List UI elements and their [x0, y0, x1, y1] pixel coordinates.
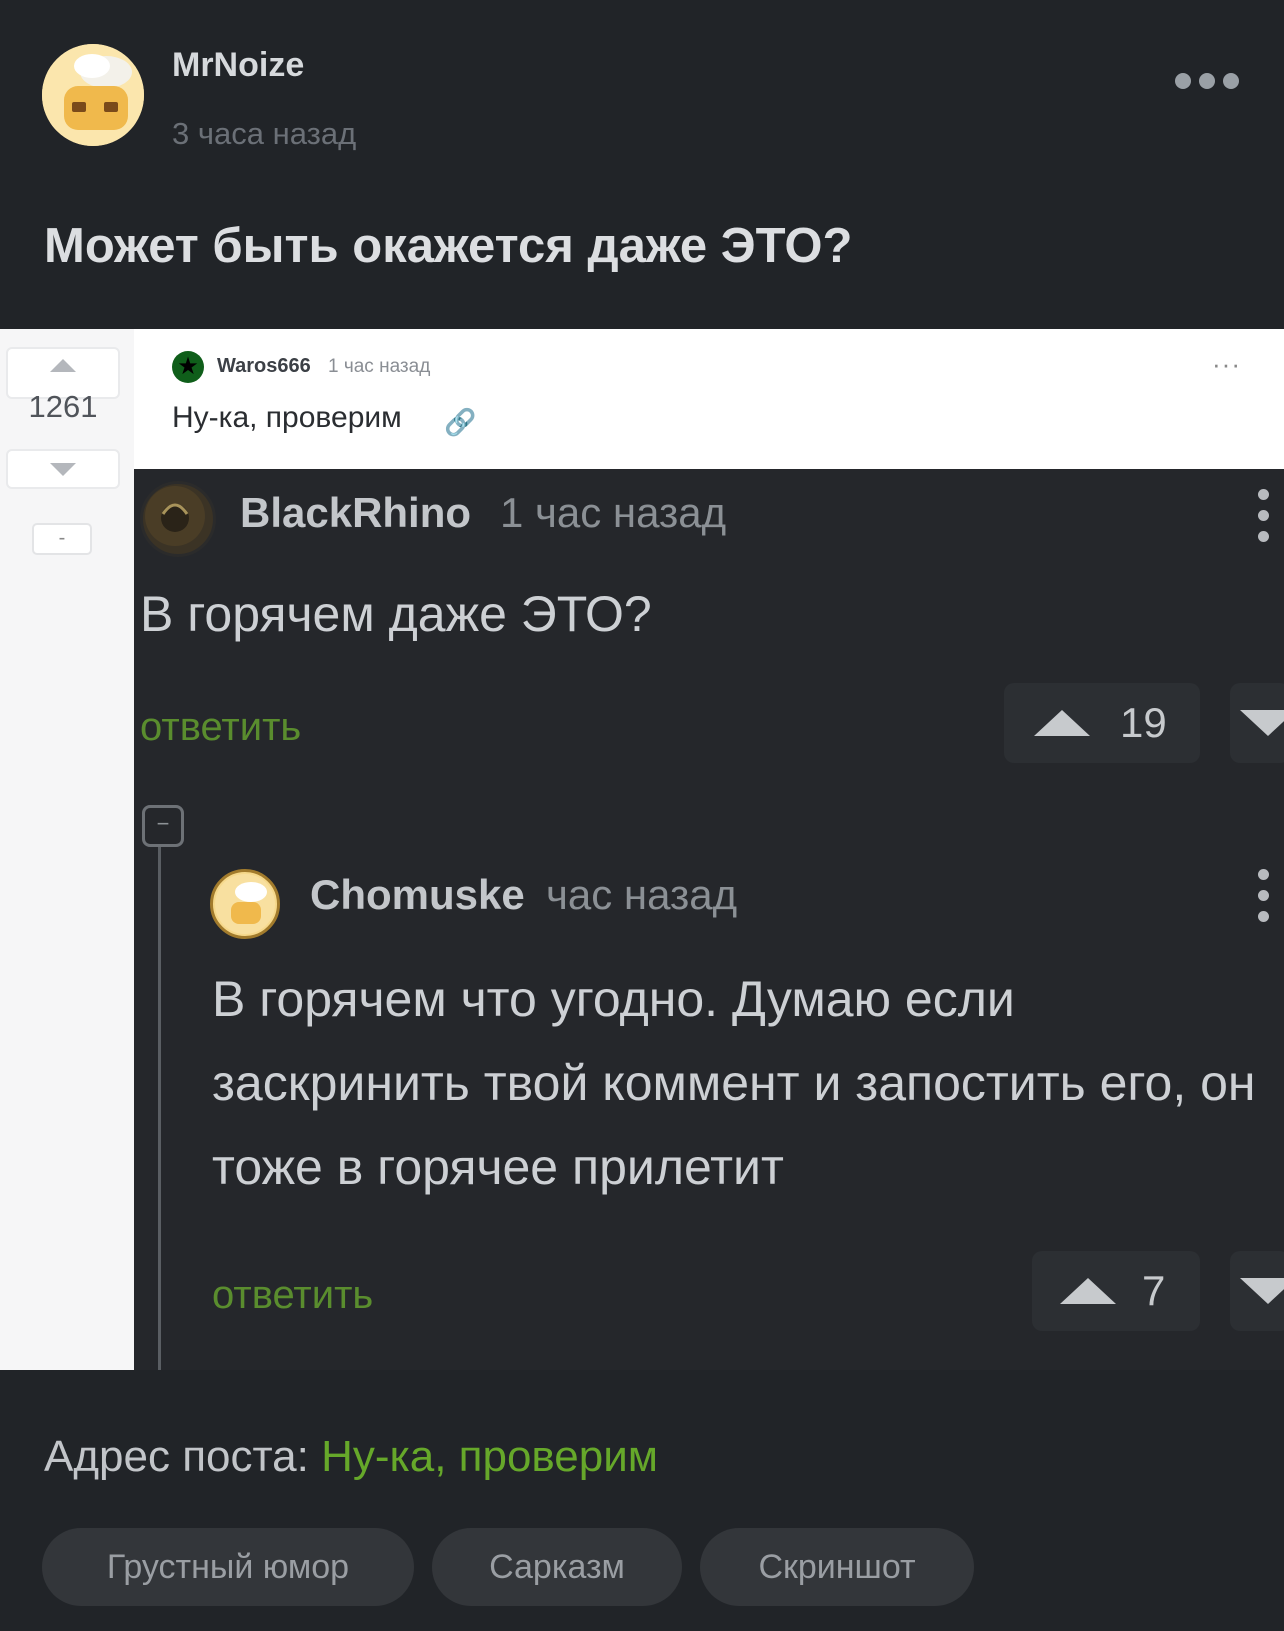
- nested-downvote: [1230, 1251, 1284, 1331]
- post-time: 3 часа назад: [172, 116, 357, 151]
- tag-sad-humor[interactable]: Грустный юмор: [42, 1528, 414, 1606]
- nested-time: час назад: [546, 871, 738, 918]
- reply-votes: 19: [1120, 699, 1167, 746]
- reply-link: ответить: [140, 705, 302, 749]
- collapse-thread-icon: −: [142, 805, 184, 847]
- comment-more-icon: ···: [1212, 349, 1241, 379]
- address-label: Адрес поста:: [44, 1432, 309, 1481]
- reply-time: 1 час назад: [500, 489, 727, 536]
- nested-vote: 7: [1032, 1251, 1200, 1331]
- pentagram-icon: ★: [172, 351, 204, 383]
- chomuske-avatar: [210, 869, 280, 939]
- reply-more-icon: [1258, 489, 1270, 542]
- post-image: 1261 - ★ Waros666 1 час назад ··· Ну-ка,…: [0, 329, 1284, 1370]
- nested-text: В горячем что угодно. Думаю если заскрин…: [212, 971, 1256, 1195]
- upvote-icon: [1060, 1278, 1116, 1304]
- downvote-button: [6, 449, 120, 489]
- downvote-icon: [1240, 710, 1284, 736]
- rating-value: 1261: [28, 389, 98, 424]
- author-name[interactable]: MrNoize: [172, 46, 304, 85]
- tag-screenshot[interactable]: Скриншот: [700, 1528, 974, 1606]
- nested-votes: 7: [1142, 1267, 1166, 1314]
- nested-reply-link: ответить: [212, 1273, 374, 1317]
- link-icon: 🔗: [444, 407, 477, 437]
- nested-more-icon: [1258, 869, 1270, 922]
- reply-author: BlackRhino: [240, 489, 472, 536]
- blackrhino-avatar: [140, 481, 216, 557]
- comment-time: 1 час назад: [328, 356, 431, 377]
- downvote-icon: [1240, 1278, 1284, 1304]
- reply-vote: 19: [1004, 683, 1200, 763]
- upvote-icon: [1034, 710, 1090, 736]
- thread-line: [158, 847, 161, 1370]
- comment-text: Ну-ка, проверим: [172, 401, 402, 434]
- nested-author: Chomuske: [310, 871, 525, 918]
- comment-author: Waros666: [217, 355, 311, 377]
- upvote-icon: [50, 359, 76, 372]
- post-address: Адрес поста: Ну-ка, проверим: [44, 1432, 658, 1482]
- author-avatar[interactable]: [42, 44, 144, 146]
- embedded-screenshot: BlackRhino 1 час назад В горячем даже ЭТ…: [134, 469, 1284, 1370]
- reply-text: В горячем даже ЭТО?: [140, 586, 652, 642]
- post-title: Может быть окажется даже ЭТО?: [44, 219, 853, 273]
- rating-column: 1261 -: [0, 329, 134, 1370]
- more-options-icon[interactable]: [1175, 73, 1245, 93]
- tag-sarcasm[interactable]: Сарказм: [432, 1528, 682, 1606]
- collapse-button: -: [32, 523, 92, 555]
- downvote-icon: [50, 463, 76, 476]
- address-link[interactable]: Ну-ка, проверим: [321, 1432, 658, 1481]
- reply-downvote: [1230, 683, 1284, 763]
